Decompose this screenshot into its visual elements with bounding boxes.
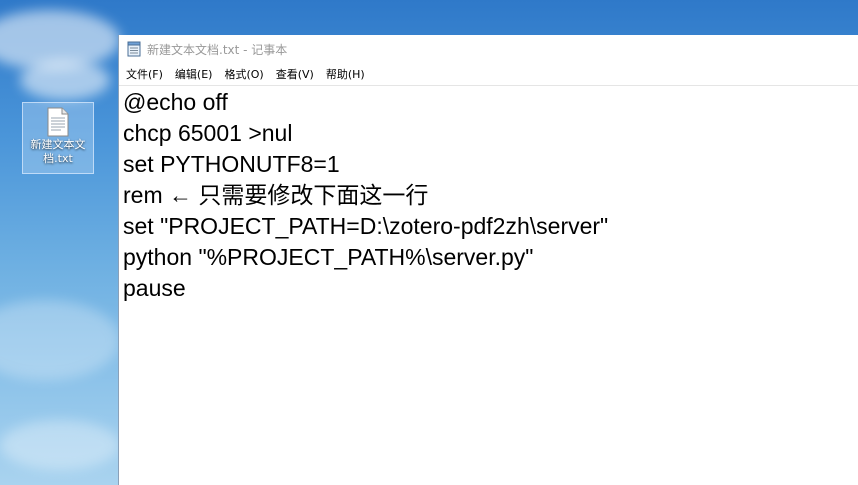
menu-file[interactable]: 文件(F): [121, 64, 168, 84]
editor-line: chcp 65001 >nul: [123, 120, 293, 146]
editor-line: rem ← 只需要修改下面这一行: [123, 182, 429, 208]
title-bar[interactable]: 新建文本文档.txt - 记事本: [119, 35, 858, 63]
menu-edit[interactable]: 编辑(E): [170, 64, 218, 84]
editor-line: @echo off: [123, 89, 228, 115]
menu-bar: 文件(F) 编辑(E) 格式(O) 查看(V) 帮助(H): [119, 63, 858, 85]
editor-line: set "PROJECT_PATH=D:\zotero-pdf2zh\serve…: [123, 213, 609, 239]
menu-help[interactable]: 帮助(H): [321, 64, 370, 84]
notepad-icon: [127, 41, 141, 57]
editor-line: python "%PROJECT_PATH%\server.py": [123, 244, 534, 270]
window-title: 新建文本文档.txt - 记事本: [147, 42, 288, 57]
menu-format[interactable]: 格式(O): [219, 64, 268, 84]
cloud-decoration: [0, 300, 120, 380]
notepad-window: 新建文本文档.txt - 记事本 文件(F) 编辑(E) 格式(O) 查看(V)…: [118, 35, 858, 485]
desktop-file-icon[interactable]: 新建文本文档.txt: [22, 102, 94, 174]
menu-view[interactable]: 查看(V): [271, 64, 319, 84]
desktop-file-label: 新建文本文档.txt: [30, 138, 86, 165]
text-file-icon: [47, 107, 69, 137]
editor-line: set PYTHONUTF8=1: [123, 151, 340, 177]
cloud-decoration: [0, 420, 120, 470]
text-editor-area[interactable]: @echo off chcp 65001 >nul set PYTHONUTF8…: [119, 85, 858, 485]
editor-line: pause: [123, 275, 186, 301]
cloud-decoration: [20, 60, 110, 100]
